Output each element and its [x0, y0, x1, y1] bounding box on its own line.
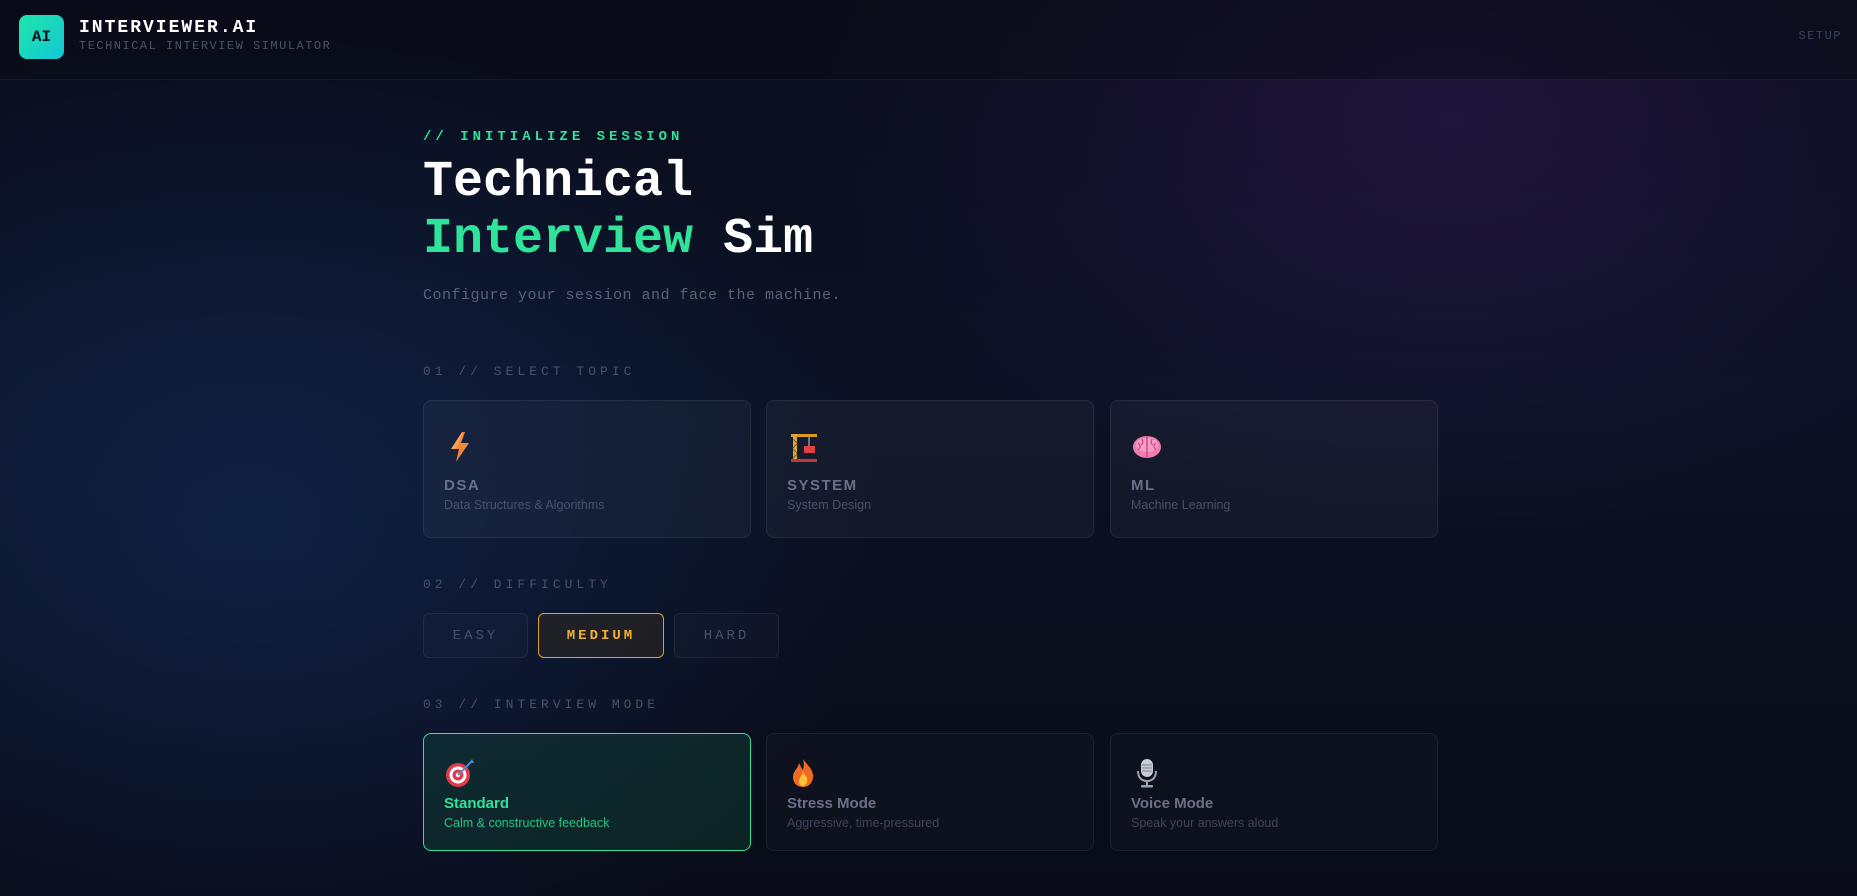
topic-card-desc: System Design [787, 498, 872, 512]
topic-card-ml[interactable]: ML Machine Learning [1110, 400, 1438, 538]
hero-title-rest: Sim [723, 211, 814, 268]
mode-card-stress[interactable]: Stress Mode Aggressive, time-pressured [766, 733, 1094, 851]
mode-card-title: Voice Mode [1131, 795, 1214, 812]
mode-card-voice[interactable]: Voice Mode Speak your answers aloud [1110, 733, 1438, 851]
brand-title: INTERVIEWER.AI [79, 18, 259, 38]
hero-kicker: // INITIALIZE SESSION [423, 129, 684, 145]
app-header: AI INTERVIEWER.AI TECHNICAL INTERVIEW SI… [0, 0, 1857, 80]
mode-card-desc: Speak your answers aloud [1131, 816, 1279, 830]
section-label-topic: 01 // SELECT TOPIC [423, 364, 636, 379]
brain-icon [1131, 431, 1163, 463]
fire-icon [787, 757, 819, 789]
mode-card-desc: Calm & constructive feedback [444, 816, 610, 830]
topic-card-desc: Data Structures & Algorithms [444, 498, 605, 512]
nav-setup-link[interactable]: SETUP [1798, 29, 1842, 43]
hero-tagline: Configure your session and face the mach… [423, 287, 842, 304]
difficulty-easy-button[interactable]: EASY [423, 613, 528, 658]
mode-card-title: Standard [444, 795, 510, 812]
mode-card-standard[interactable]: Standard Calm & constructive feedback [423, 733, 751, 851]
lightning-icon [444, 431, 476, 463]
section-label-mode: 03 // INTERVIEW MODE [423, 697, 660, 712]
topic-card-title: ML [1131, 477, 1156, 494]
mode-card-desc: Aggressive, time-pressured [787, 816, 940, 830]
topic-card-title: DSA [444, 477, 481, 494]
crane-icon [787, 431, 819, 463]
logo-badge[interactable]: AI [19, 15, 64, 59]
hero-title-line1: Technical [423, 154, 694, 211]
topic-card-system[interactable]: SYSTEM System Design [766, 400, 1094, 538]
topic-card-desc: Machine Learning [1131, 498, 1231, 512]
difficulty-medium-button[interactable]: MEDIUM [538, 613, 664, 658]
difficulty-hard-button[interactable]: HARD [674, 613, 779, 658]
hero-title-line2: Interview Sim [423, 210, 813, 270]
hero-title-accent: Interview [423, 211, 694, 268]
section-label-difficulty: 02 // DIFFICULTY [423, 577, 612, 592]
topic-card-dsa[interactable]: DSA Data Structures & Algorithms [423, 400, 751, 538]
mode-card-title: Stress Mode [787, 795, 877, 812]
microphone-icon [1131, 757, 1163, 789]
topic-card-title: SYSTEM [787, 477, 858, 494]
brand-subtitle: TECHNICAL INTERVIEW SIMULATOR [79, 39, 332, 53]
target-icon [444, 757, 476, 789]
